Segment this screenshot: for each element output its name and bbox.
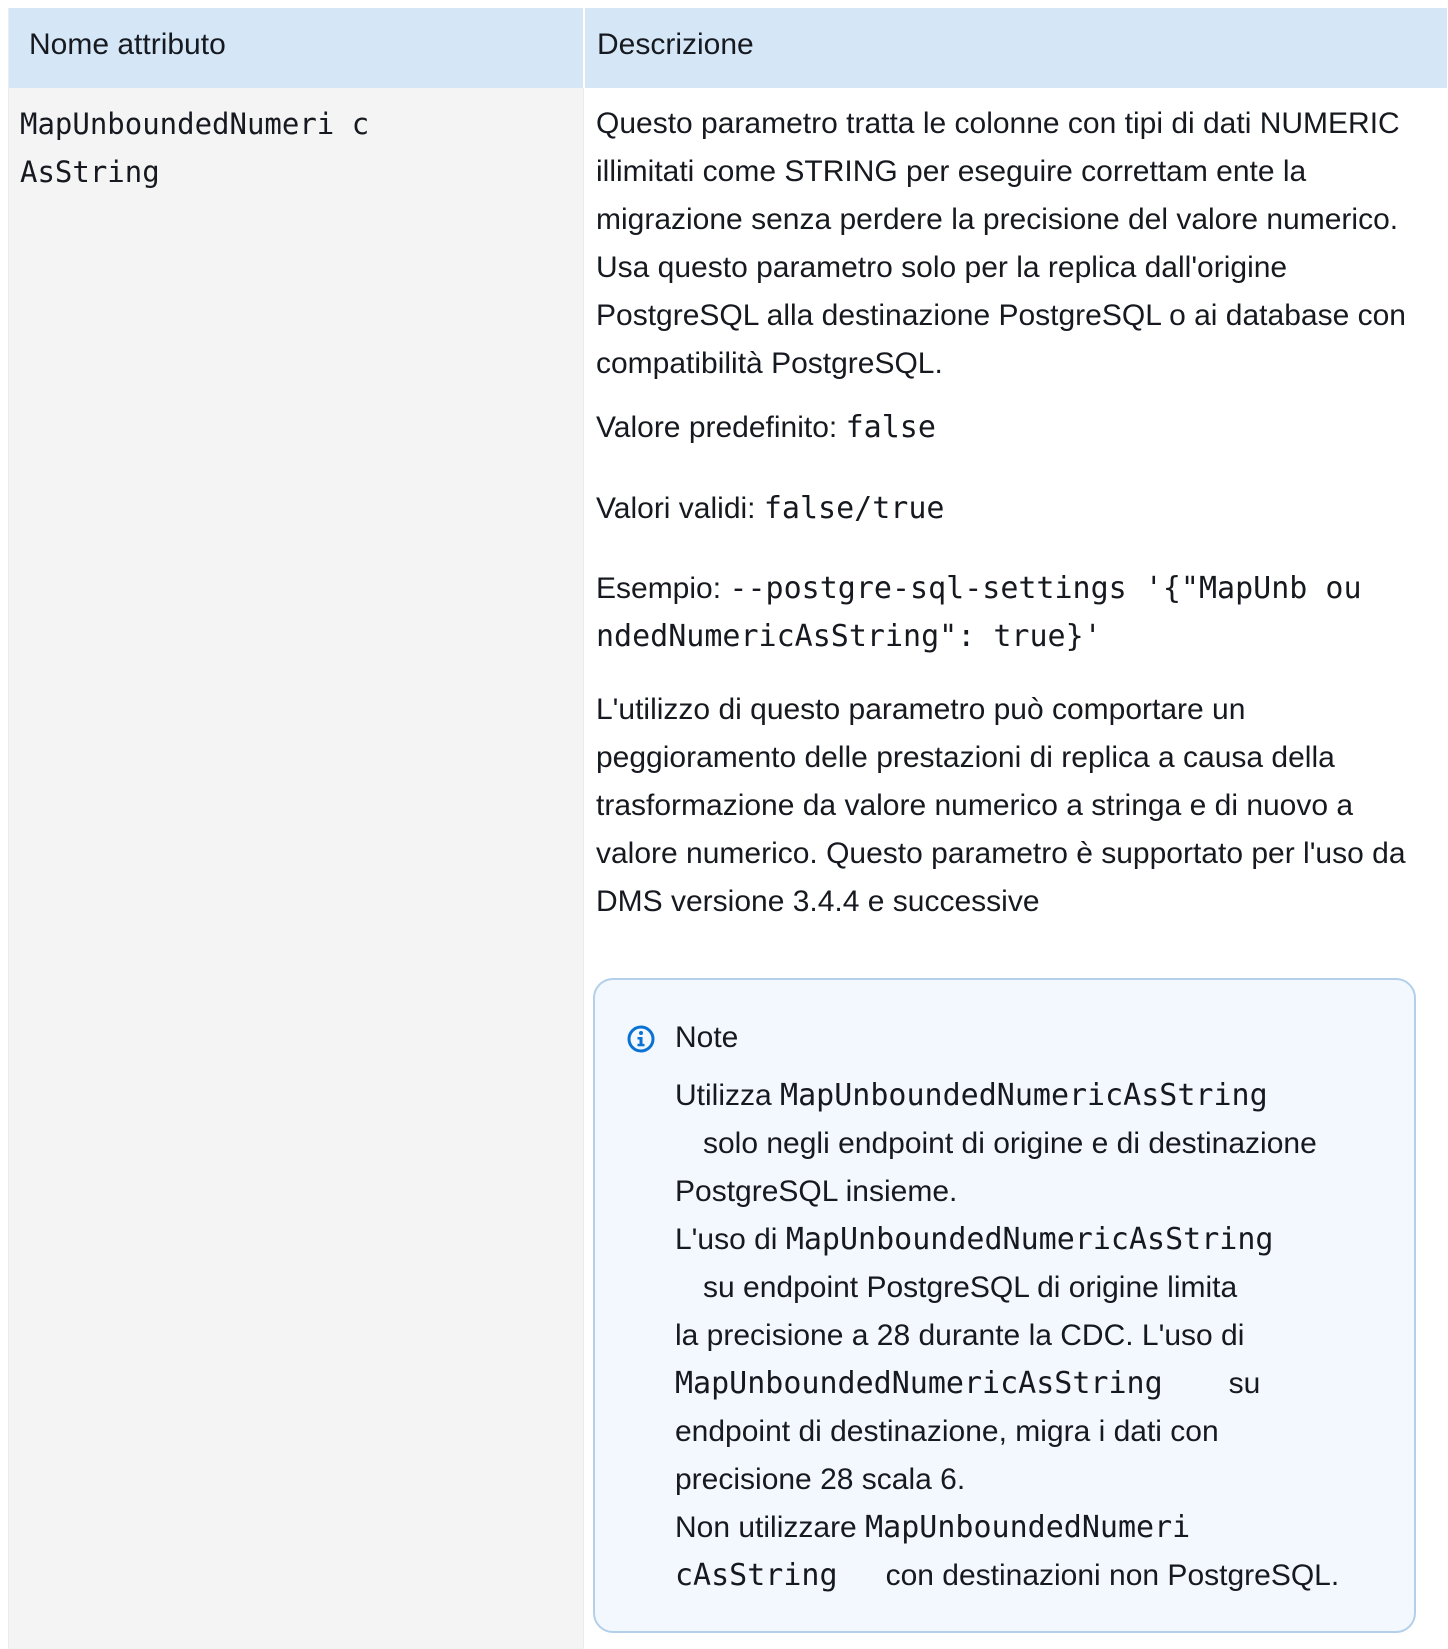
- header-description: Descrizione: [597, 28, 754, 61]
- note-item-1-line-2: solo negli endpoint di origine e di dest…: [703, 1127, 1317, 1160]
- example-label: Esempio:: [596, 572, 730, 605]
- note-item-3-prefix: Non utilizzare: [675, 1511, 866, 1544]
- note-item-1-code: MapUnboundedNumericAsString: [780, 1078, 1268, 1113]
- note-item-2-line-3: la precisione a 28 durante la CDC. L'uso…: [675, 1319, 1245, 1352]
- note-item-3-line-1: Non utilizzare MapUnboundedNumeri: [675, 1504, 1395, 1552]
- default-value: false: [845, 410, 936, 445]
- note-item-2-code: MapUnboundedNumericAsString: [785, 1222, 1274, 1257]
- note-item-1-line-3: PostgreSQL insieme.: [675, 1175, 958, 1208]
- table-header-row: Nome attributo Descrizione: [9, 8, 1447, 88]
- valid-value: false/true: [763, 491, 945, 526]
- note-item-2-su: su: [1228, 1367, 1261, 1400]
- valid-values-line: Valori validi: false/true: [596, 485, 1436, 533]
- attribute-name: MapUnboundedNumeri cAsString: [20, 107, 370, 189]
- note-item-2-line-2: su endpoint PostgreSQL di origine limita: [703, 1271, 1238, 1304]
- note-item-2-line-1: L'uso di MapUnboundedNumericAsString: [675, 1216, 1395, 1264]
- note-title: Note: [675, 1021, 739, 1054]
- note-item-3-suffix: con destinazioni non PostgreSQL.: [885, 1559, 1340, 1592]
- header-divider: [583, 8, 585, 88]
- attribute-cell: [9, 88, 584, 1649]
- note-item-2-line-6: precisione 28 scala 6.: [675, 1463, 966, 1496]
- valid-label: Valori validi:: [596, 492, 764, 525]
- default-value-line: Valore predefinito: false: [596, 404, 1436, 452]
- note-item-1-prefix: Utilizza: [675, 1079, 781, 1112]
- note-item-2-line-5: endpoint di destinazione, migra i dati c…: [675, 1415, 1219, 1448]
- header-attribute-name: Nome attributo: [29, 28, 226, 61]
- note-box: Note Utilizza MapUnboundedNumericAsStrin…: [593, 978, 1416, 1633]
- note-item-2-line-4: MapUnboundedNumericAsString su: [675, 1360, 1395, 1408]
- example-line: Esempio: --postgre-sql-settings '{"MapUn…: [596, 565, 1376, 661]
- note-item-2-prefix: L'uso di: [675, 1223, 786, 1256]
- note-item-3-code-2: cAsString: [675, 1558, 838, 1593]
- default-label: Valore predefinito:: [596, 411, 846, 444]
- note-item-1-line-1: Utilizza MapUnboundedNumericAsString: [675, 1072, 1395, 1120]
- note-item-2-code-2: MapUnboundedNumericAsString: [675, 1366, 1163, 1401]
- performance-paragraph: L'utilizzo di questo parametro può compo…: [596, 693, 1406, 918]
- description-paragraph: Questo parametro tratta le colonne con t…: [596, 107, 1406, 380]
- column-divider: [583, 88, 584, 1649]
- note-item-3-code-1: MapUnboundedNumeri: [865, 1510, 1191, 1545]
- note-item-3-line-2: cAsString con destinazioni non PostgreSQL…: [675, 1552, 1395, 1600]
- info-icon: [627, 1025, 655, 1053]
